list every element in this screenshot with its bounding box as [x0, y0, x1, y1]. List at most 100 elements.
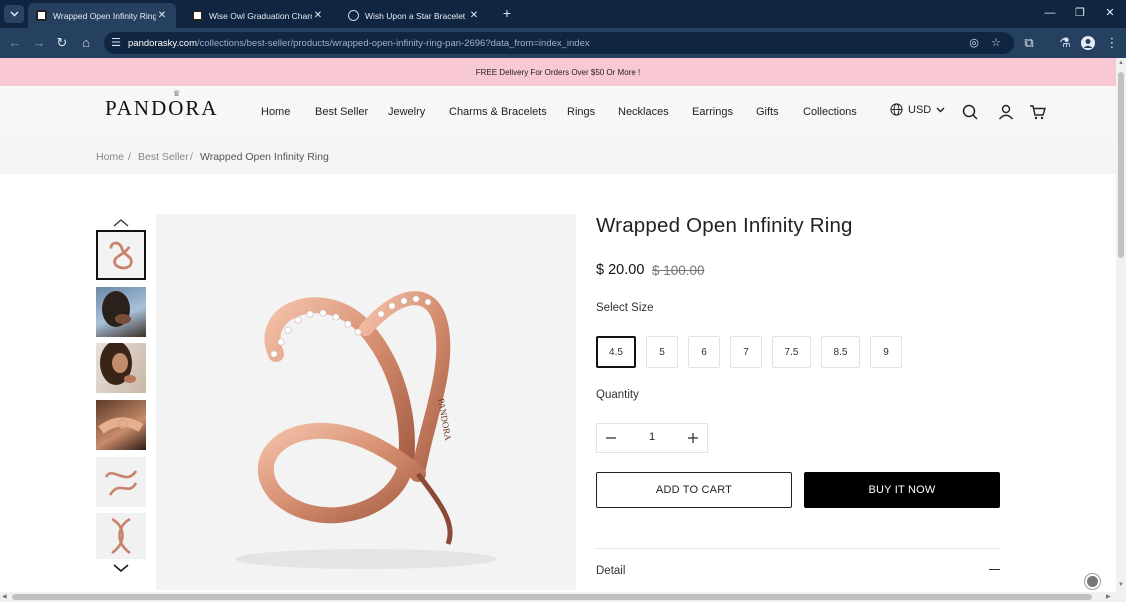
size-option-7[interactable]: 7: [730, 336, 762, 368]
logo-text: PANDORA: [105, 96, 219, 120]
browser-tab[interactable]: Wise Owl Graduation Charm - P ✕: [184, 3, 332, 28]
tab-title: Wish Upon a Star Bracelet Set: [365, 10, 468, 21]
scroll-down-arrow-icon[interactable]: ▼: [1118, 582, 1124, 588]
model-photo-image: [102, 291, 131, 327]
browser-menu-icon[interactable]: ⋮: [1103, 34, 1121, 52]
scroll-right-arrow-icon[interactable]: ▶: [1106, 593, 1111, 600]
thumbnail-model-hand[interactable]: [96, 287, 146, 337]
nav-home[interactable]: Home: [261, 106, 290, 118]
thumbnail-ring-front[interactable]: [96, 230, 146, 280]
minus-icon[interactable]: [603, 430, 619, 446]
vertical-scrollbar-thumb[interactable]: [1118, 72, 1124, 258]
eye-off-icon[interactable]: ◎: [966, 35, 982, 51]
account-icon[interactable]: [996, 102, 1016, 122]
sale-price: $ 20.00: [596, 262, 645, 278]
size-option-6[interactable]: 6: [688, 336, 720, 368]
extensions-icon[interactable]: ⧉: [1020, 34, 1038, 52]
buy-now-button[interactable]: BUY IT NOW: [804, 472, 1000, 508]
nav-jewelry[interactable]: Jewelry: [388, 106, 425, 118]
nav-gifts[interactable]: Gifts: [756, 106, 779, 118]
close-window-icon[interactable]: ✕: [1102, 5, 1118, 21]
browser-toolbar: ← → ↻ ⌂ ☰ pandorasky.com/collections/bes…: [0, 28, 1126, 58]
nav-best-seller[interactable]: Best Seller: [315, 106, 368, 118]
ring-engraving-text: PANDORA: [436, 398, 453, 442]
browser-tab[interactable]: Wish Upon a Star Bracelet Set ✕: [340, 3, 488, 28]
product-title: Wrapped Open Infinity Ring: [596, 214, 853, 237]
detail-accordion-label[interactable]: Detail: [596, 565, 625, 577]
size-option-4-5[interactable]: 4.5: [596, 336, 636, 368]
minimize-icon[interactable]: —: [1042, 5, 1058, 21]
breadcrumb-separator: /: [190, 151, 193, 163]
home-icon[interactable]: ⌂: [77, 34, 95, 52]
search-icon[interactable]: [960, 102, 980, 122]
close-tab-icon[interactable]: ✕: [156, 10, 168, 21]
site-info-icon[interactable]: ☰: [108, 35, 124, 51]
restore-icon[interactable]: ❐: [1072, 5, 1088, 21]
thumbnails-up-icon[interactable]: [111, 216, 131, 230]
ring-product-image: PANDORA: [236, 291, 496, 569]
currency-selector[interactable]: USD: [890, 103, 945, 116]
nav-necklaces[interactable]: Necklaces: [618, 106, 669, 118]
size-option-7-5[interactable]: 7.5: [772, 336, 811, 368]
breadcrumb-home[interactable]: Home: [96, 151, 124, 163]
nav-earrings[interactable]: Earrings: [692, 106, 733, 118]
nav-charms-bracelets[interactable]: Charms & Bracelets: [449, 106, 547, 118]
collapse-minus-icon[interactable]: [989, 569, 1000, 570]
new-tab-icon[interactable]: +: [499, 5, 515, 21]
size-option-5[interactable]: 5: [646, 336, 678, 368]
forward-icon[interactable]: →: [30, 34, 48, 52]
product-main-image[interactable]: PANDORA: [156, 214, 576, 590]
thumbnail-model-smile[interactable]: [96, 343, 146, 393]
profile-avatar-icon[interactable]: [1079, 34, 1097, 52]
browser-tab-active[interactable]: Wrapped Open Infinity Ring - P ✕: [28, 3, 176, 28]
thumbnails-down-icon[interactable]: [111, 561, 131, 575]
url-host: pandorasky.com: [128, 37, 197, 49]
model-photo-image: [100, 343, 136, 385]
currency-label: USD: [908, 103, 932, 116]
address-bar[interactable]: ☰ pandorasky.com/collections/best-seller…: [104, 32, 1014, 54]
site-favicon-icon: [36, 10, 47, 21]
back-icon[interactable]: ←: [6, 34, 24, 52]
quantity-label: Quantity: [596, 389, 639, 401]
browser-tab-strip: Wrapped Open Infinity Ring - P ✕ Wise Ow…: [0, 0, 1126, 28]
close-tab-icon[interactable]: ✕: [312, 10, 324, 21]
chevron-down-icon: [9, 11, 19, 17]
tab-title: Wise Owl Graduation Charm - P: [209, 10, 312, 21]
thumbnail-hand-closeup[interactable]: [96, 400, 146, 450]
tab-search-button[interactable]: [4, 5, 24, 23]
size-option-9[interactable]: 9: [870, 336, 902, 368]
close-tab-icon[interactable]: ✕: [468, 10, 480, 21]
thumbnail-ring-top[interactable]: [96, 513, 146, 559]
size-option-8-5[interactable]: 8.5: [821, 336, 860, 368]
reload-icon[interactable]: ↻: [53, 34, 71, 52]
breadcrumb-current: Wrapped Open Infinity Ring: [200, 151, 329, 163]
cart-icon[interactable]: [1028, 102, 1048, 122]
compare-price: $ 100.00: [652, 263, 705, 278]
breadcrumb: Home / Best Seller / Wrapped Open Infini…: [0, 138, 1116, 174]
section-divider: [596, 548, 1000, 549]
quantity-value[interactable]: 1: [645, 431, 659, 443]
scroll-up-arrow-icon[interactable]: ▲: [1118, 60, 1124, 66]
add-to-cart-button[interactable]: ADD TO CART: [596, 472, 792, 508]
plus-icon[interactable]: [685, 430, 701, 446]
crown-icon: ♕: [173, 89, 183, 98]
thumbnail-ring-side[interactable]: [96, 457, 146, 507]
nav-rings[interactable]: Rings: [567, 106, 595, 118]
bookmark-star-icon[interactable]: ☆: [988, 35, 1004, 51]
tab-title: Wrapped Open Infinity Ring - P: [53, 10, 156, 21]
nav-collections[interactable]: Collections: [803, 106, 857, 118]
horizontal-scrollbar[interactable]: ◀ ▶: [0, 592, 1126, 602]
site-favicon-icon: [192, 10, 203, 21]
brand-logo[interactable]: ♕ PANDORA: [105, 89, 219, 121]
labs-flask-icon[interactable]: ⚗: [1056, 34, 1074, 52]
ring-thumbnail-image: [109, 241, 133, 270]
globe-icon: [890, 103, 903, 116]
hand-photo-image: [98, 417, 144, 434]
floating-support-icon[interactable]: [1085, 574, 1100, 589]
vertical-scrollbar[interactable]: ▲ ▼: [1116, 58, 1126, 592]
size-label: Select Size: [596, 302, 654, 314]
horizontal-scrollbar-thumb[interactable]: [12, 594, 1092, 600]
site-header: ♕ PANDORA Home Best Seller Jewelry Charm…: [0, 86, 1116, 138]
scroll-left-arrow-icon[interactable]: ◀: [2, 593, 7, 600]
breadcrumb-best-seller[interactable]: Best Seller: [138, 151, 189, 163]
